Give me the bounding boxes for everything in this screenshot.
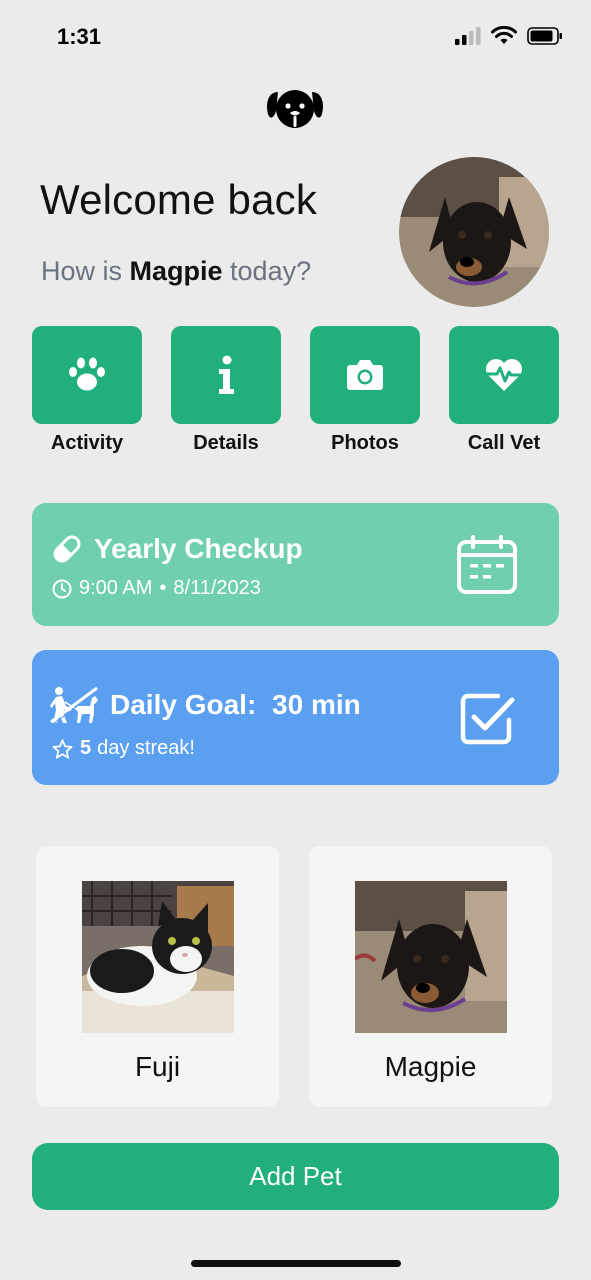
streak-text: day streak!	[97, 737, 195, 759]
activity-label: Activity	[50, 432, 124, 454]
pet-greeting: How is Magpie today?	[41, 256, 311, 287]
details-tile[interactable]	[171, 326, 281, 424]
pet-avatar[interactable]	[399, 157, 549, 307]
battery-icon	[527, 27, 562, 45]
quick-actions: Activity Details Photos Call Vet	[32, 326, 559, 455]
dog-walking-icon	[50, 686, 98, 724]
goal-title: Daily Goal:	[110, 689, 257, 720]
cellular-signal-icon	[455, 27, 481, 45]
pet-photo-fuji	[81, 881, 234, 1033]
streak-count: 5	[80, 737, 92, 759]
paw-icon	[69, 357, 105, 391]
photos-label: Photos	[331, 432, 399, 454]
current-pet-name: Magpie	[129, 256, 223, 286]
checkbox-checked-icon[interactable]	[460, 692, 516, 746]
home-indicator[interactable]	[191, 1260, 401, 1267]
pet-name-magpie: Magpie	[384, 1051, 477, 1082]
appointment-card[interactable]: Yearly Checkup 9:00 AM • 8/11/2023	[32, 503, 559, 626]
dog-photo-image	[354, 881, 507, 1033]
appointment-separator: •	[159, 577, 167, 599]
heart-pulse-icon	[486, 359, 522, 391]
photos-button[interactable]: Photos	[310, 326, 420, 455]
info-icon	[219, 355, 234, 394]
daily-goal-card[interactable]: Daily Goal: 30 min 5 day streak!	[32, 650, 559, 785]
streak-row: 5 day streak!	[52, 737, 195, 760]
dog-logo-icon	[267, 90, 323, 128]
details-label: Details	[193, 432, 259, 454]
goal-value: 30 min	[272, 689, 361, 720]
photos-tile[interactable]	[310, 326, 420, 424]
cat-photo-image	[81, 881, 234, 1033]
appointment-date: 8/11/2023	[173, 577, 261, 599]
appointment-time-row: 9:00 AM • 8/11/2023	[52, 577, 261, 600]
clock-icon	[52, 579, 72, 598]
star-icon	[52, 738, 73, 759]
call-vet-tile[interactable]	[449, 326, 559, 424]
status-time: 1:31	[57, 24, 102, 49]
calendar-icon[interactable]	[457, 535, 517, 595]
greeting-suffix: today?	[222, 256, 312, 286]
call-vet-button[interactable]: Call Vet	[449, 326, 559, 455]
greeting-prefix: How is	[41, 256, 130, 286]
details-button[interactable]: Details	[171, 326, 281, 455]
page-title: Welcome back	[40, 176, 318, 223]
dog-photo-image	[399, 157, 549, 307]
add-pet-button[interactable]: Add Pet	[32, 1143, 559, 1210]
activity-button[interactable]: Activity	[32, 326, 142, 455]
wifi-icon	[491, 26, 517, 44]
pill-icon	[53, 535, 81, 563]
appointment-time: 9:00 AM	[79, 577, 153, 599]
activity-tile[interactable]	[32, 326, 142, 424]
status-icons	[455, 26, 563, 46]
call-vet-label: Call Vet	[467, 432, 541, 454]
camera-icon	[347, 360, 383, 390]
pet-name-fuji: Fuji	[134, 1051, 181, 1082]
pet-card-magpie[interactable]: Magpie	[309, 846, 552, 1107]
goal-title-row: Daily Goal: 30 min	[110, 689, 361, 721]
pet-card-fuji[interactable]: Fuji	[36, 846, 279, 1107]
pet-photo-magpie	[354, 881, 507, 1033]
appointment-title: Yearly Checkup	[94, 533, 303, 564]
